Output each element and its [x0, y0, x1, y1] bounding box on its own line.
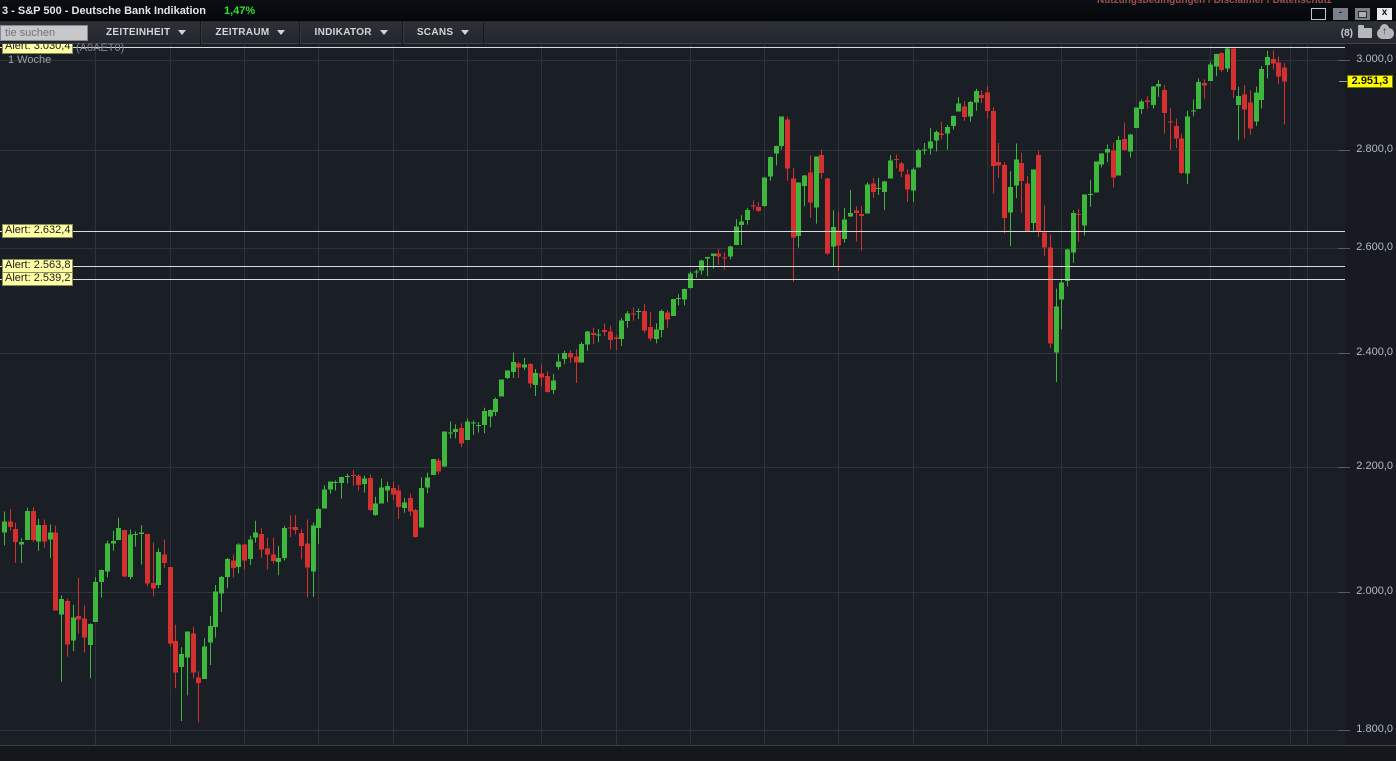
cloud-upload-icon[interactable] — [1377, 28, 1394, 39]
workspace-count: (8) — [1341, 28, 1353, 39]
instrument-code: (A0AET0) — [76, 42, 124, 54]
menu-zeiteinheit-label: ZEITEINHEIT — [106, 27, 170, 38]
legal-links[interactable]: Nutzungsbedingungen / Disclaimer / Daten… — [1097, 0, 1332, 6]
folder-icon[interactable] — [1358, 28, 1372, 38]
chevron-down-icon — [461, 30, 469, 35]
toolbar: ZEITEINHEIT ZEITRAUM INDIKATOR SCANS (8) — [0, 22, 1396, 44]
minimize-button[interactable]: - — [1333, 8, 1348, 20]
x-axis — [0, 745, 1396, 761]
menu-indikator-label: INDIKATOR — [314, 27, 371, 38]
chevron-down-icon — [277, 30, 285, 35]
menu-indikator[interactable]: INDIKATOR — [300, 22, 402, 44]
alert-label[interactable]: Alert: 2.539,2 — [2, 272, 73, 286]
title-bar: 3 - S&P 500 - Deutsche Bank Indikation 1… — [0, 0, 1396, 22]
timeframe-label: 1 Woche — [8, 54, 51, 66]
menu-zeitraum[interactable]: ZEITRAUM — [201, 22, 300, 44]
maximize-button[interactable] — [1311, 8, 1326, 20]
menu-scans[interactable]: SCANS — [403, 22, 485, 44]
search-input[interactable] — [0, 25, 88, 41]
window-title: 3 - S&P 500 - Deutsche Bank Indikation — [2, 5, 206, 17]
alert-label[interactable]: Alert: 2.563,8 — [2, 259, 73, 273]
change-percent: 1,47% — [224, 5, 255, 17]
menu-zeitraum-label: ZEITRAUM — [215, 27, 269, 38]
menu-scans-label: SCANS — [417, 27, 454, 38]
candlestick-chart[interactable] — [0, 0, 1396, 761]
chevron-down-icon — [380, 30, 388, 35]
menu-zeiteinheit[interactable]: ZEITEINHEIT — [92, 22, 201, 44]
restore-button[interactable] — [1355, 8, 1370, 20]
alert-label[interactable]: Alert: 2.632,4 — [2, 224, 73, 238]
price-badge: 2.951,3 — [1347, 75, 1393, 88]
close-button[interactable]: x — [1377, 8, 1392, 20]
chevron-down-icon — [178, 30, 186, 35]
